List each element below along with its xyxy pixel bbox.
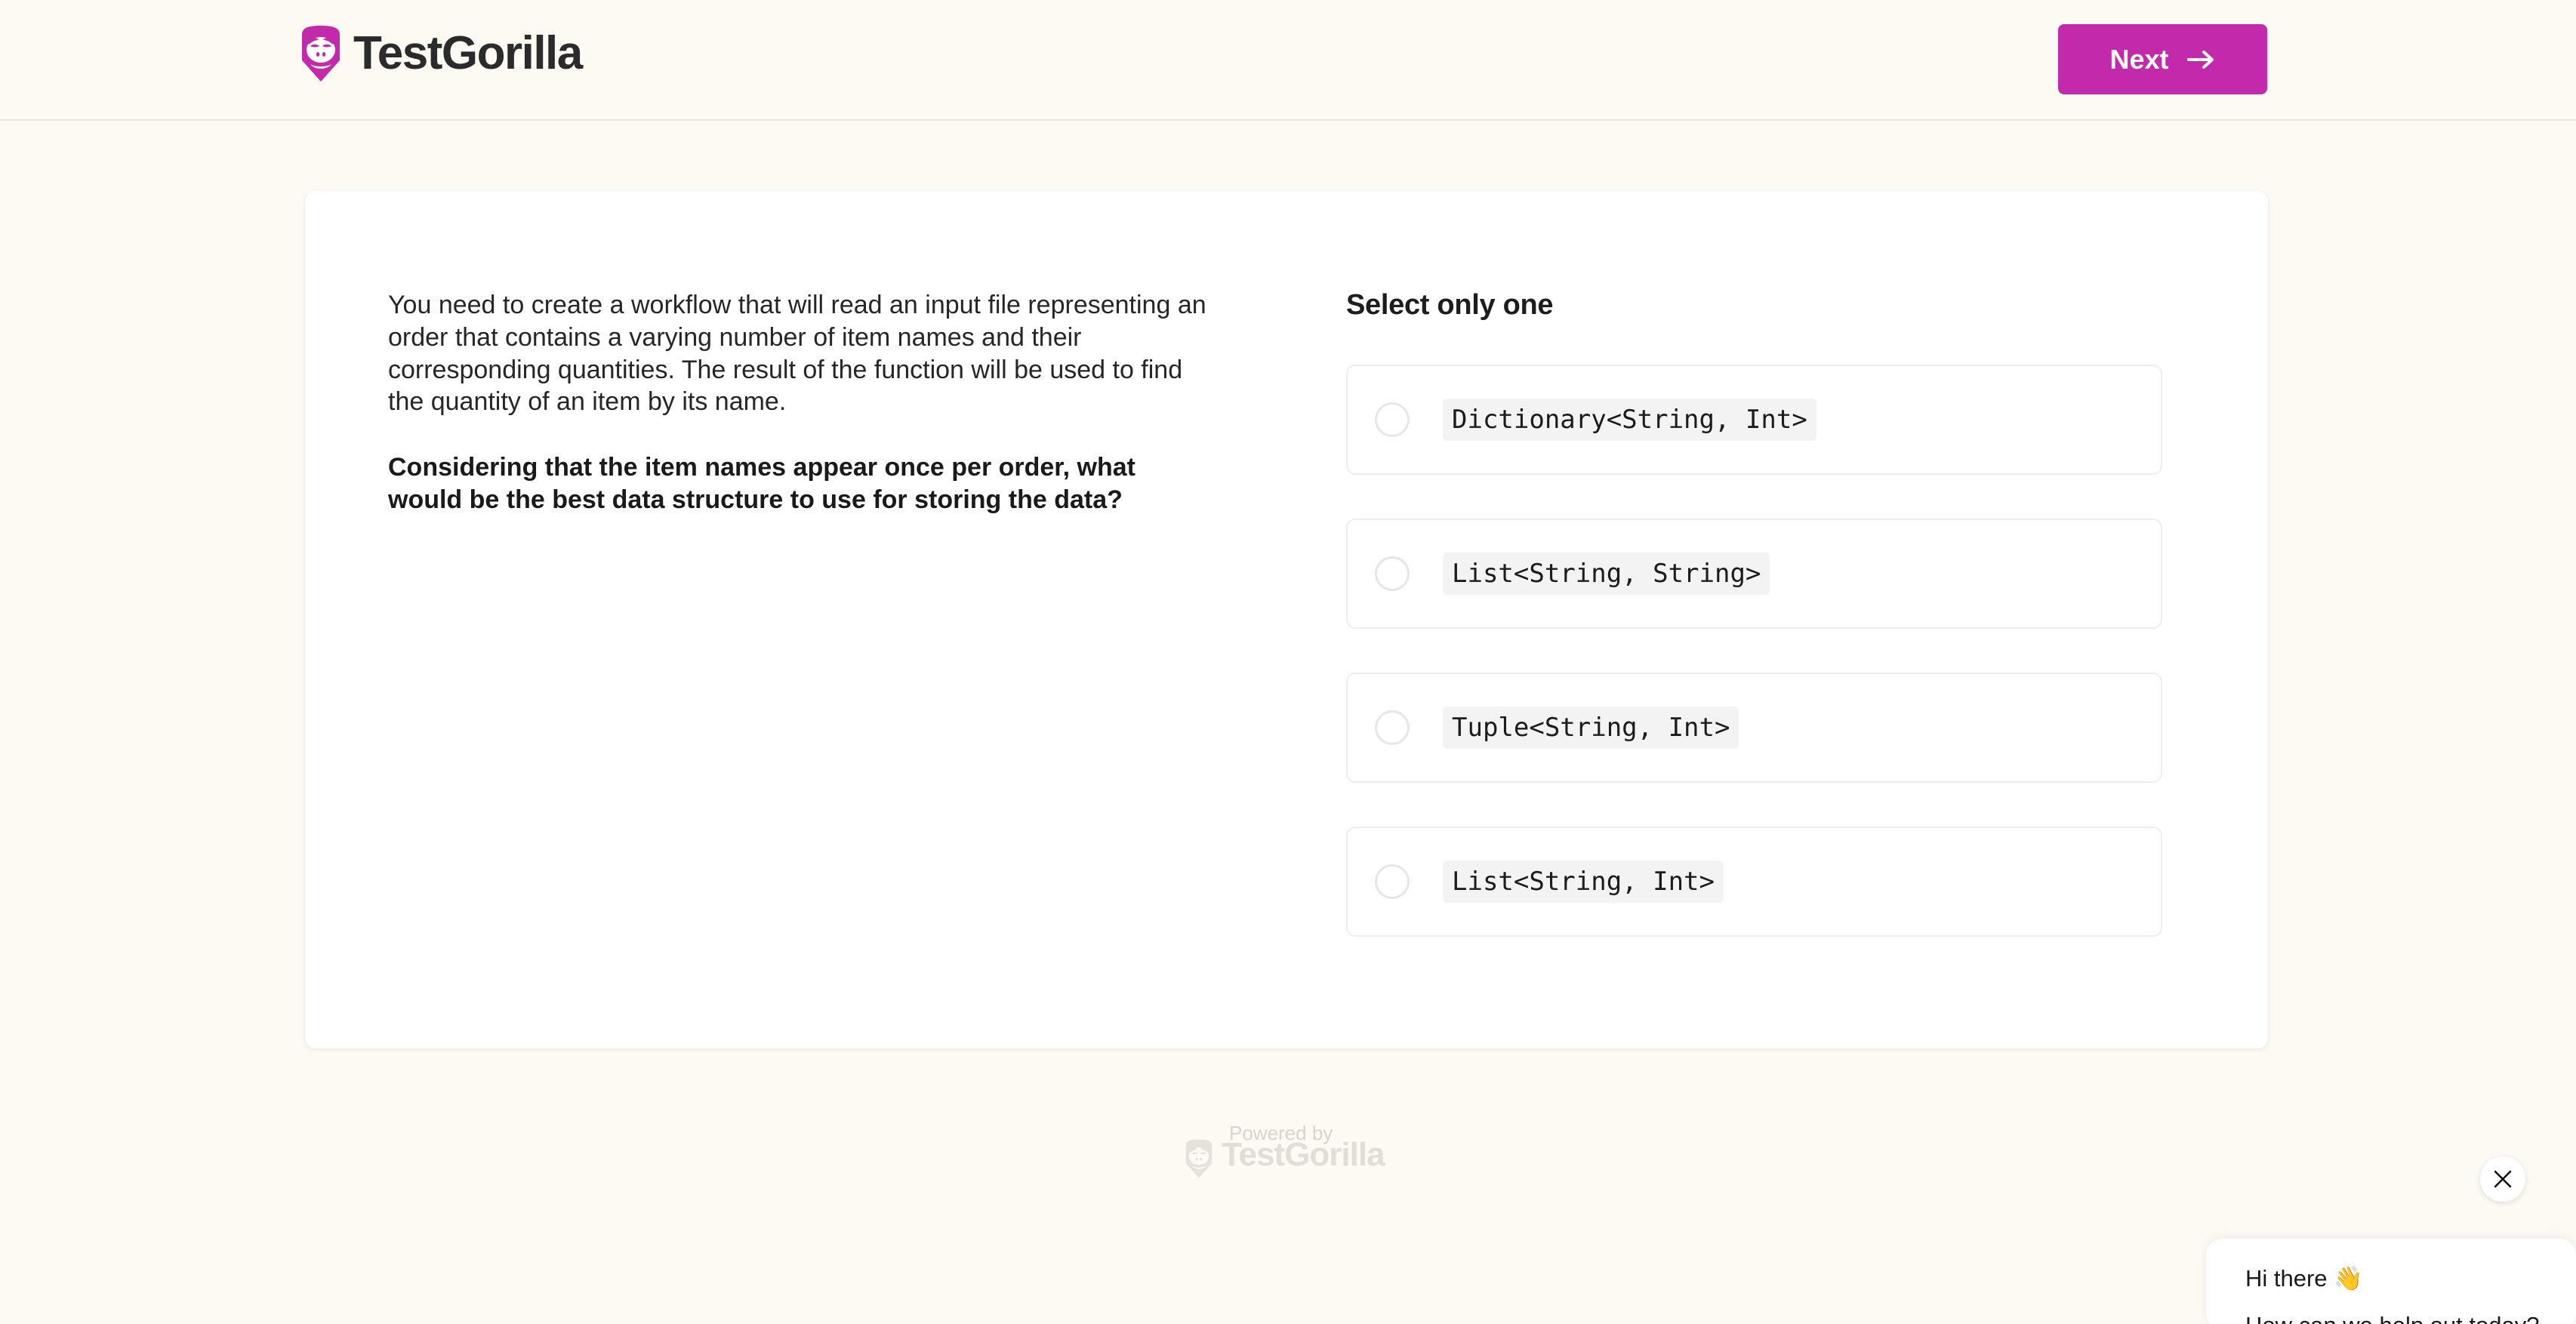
answer-option[interactable]: Tuple<String, Int>	[1346, 673, 2162, 783]
chat-greeting-text: Hi there 👋	[2245, 1265, 2363, 1292]
radio-button-icon[interactable]	[1375, 556, 1410, 591]
answer-option-label: List<String, String>	[1443, 553, 1770, 595]
chat-subtitle-text: How can we help out today?	[2245, 1312, 2576, 1324]
radio-button-icon[interactable]	[1375, 864, 1410, 899]
chat-greeting-card[interactable]: Hi there 👋 How can we help out today?	[2206, 1239, 2576, 1324]
question-prompt: Considering that the item names appear o…	[388, 453, 1136, 515]
answer-option-label: Dictionary<String, Int>	[1443, 399, 1816, 441]
footer-brand-name: TestGorilla	[1222, 1136, 1385, 1173]
answer-option-label: Tuple<String, Int>	[1443, 707, 1739, 749]
radio-button-icon[interactable]	[1375, 402, 1410, 437]
answer-option[interactable]: List<String, Int>	[1346, 827, 2162, 937]
radio-button-icon[interactable]	[1375, 710, 1410, 745]
answers-title: Select only one	[1346, 289, 1554, 321]
close-icon	[2494, 1170, 2512, 1188]
brand-logo: TestGorilla	[299, 24, 583, 83]
page-footer: Powered by TestGorilla	[0, 1122, 2576, 1178]
chat-close-button[interactable]	[2480, 1156, 2525, 1202]
answer-option-label: List<String, Int>	[1443, 861, 1724, 903]
brand-name: TestGorilla	[353, 27, 583, 79]
question-body: You need to create a workflow that will …	[388, 291, 1206, 417]
question-prompt-panel: You need to create a workflow that will …	[305, 191, 1305, 1048]
gorilla-logo-icon	[1185, 1139, 1213, 1178]
question-card: You need to create a workflow that will …	[305, 191, 2268, 1048]
answer-option[interactable]: List<String, String>	[1346, 519, 2162, 629]
answer-option[interactable]: Dictionary<String, Int>	[1346, 365, 2162, 475]
app-header: TestGorilla Next	[0, 0, 2576, 121]
arrow-right-icon	[2186, 50, 2214, 69]
gorilla-logo-icon	[302, 26, 340, 82]
next-button[interactable]: Next	[2058, 24, 2267, 94]
footer-brand-lockup: Powered by TestGorilla	[1175, 1122, 1401, 1178]
answers-panel: Select only one Dictionary<String, Int> …	[1305, 191, 2268, 1048]
next-button-label: Next	[2109, 43, 2169, 75]
